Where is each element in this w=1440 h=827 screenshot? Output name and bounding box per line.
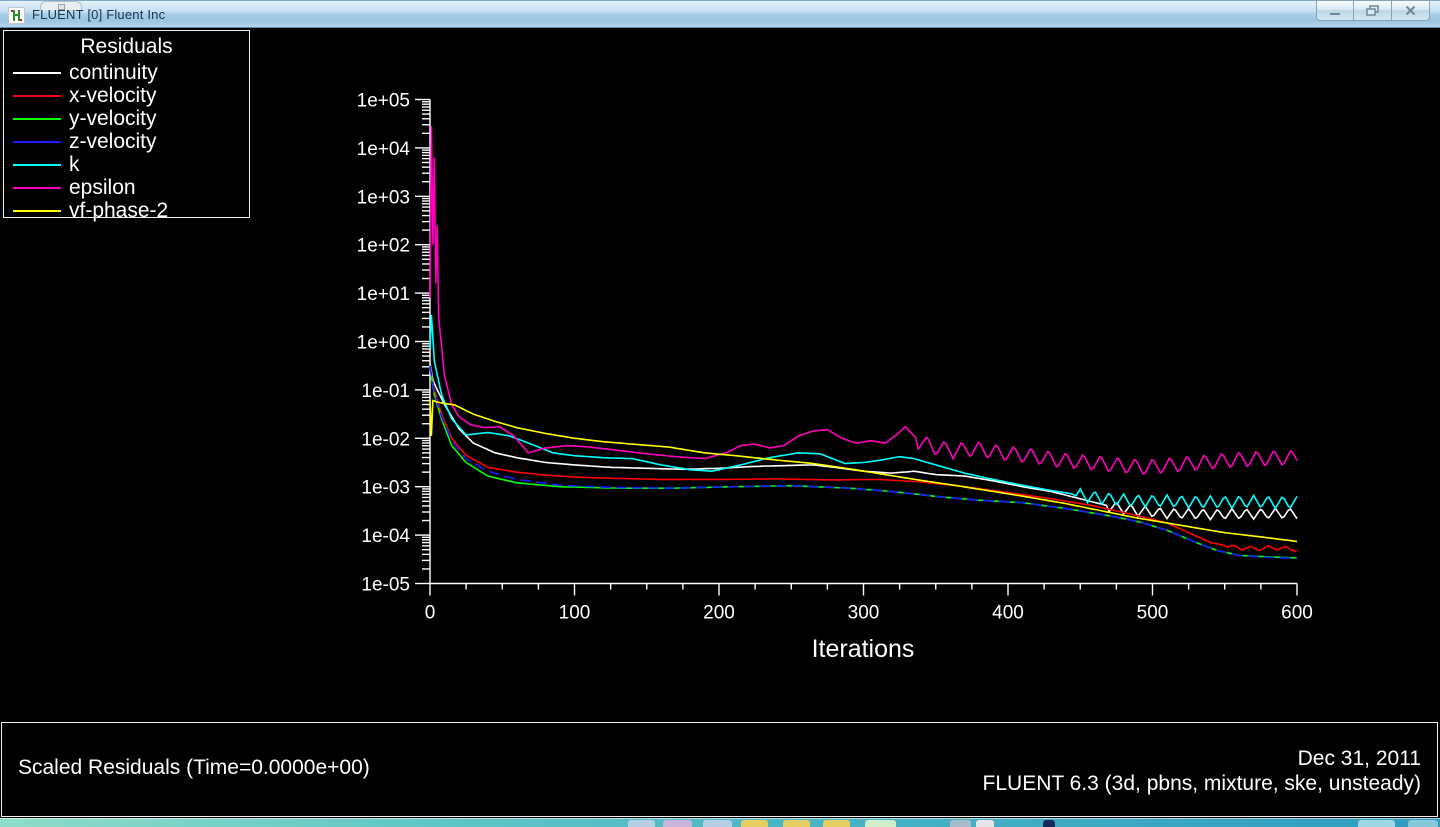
legend-item-x-velocity: x-velocity — [4, 84, 249, 107]
y-tick-label: 1e-03 — [361, 478, 410, 499]
y-tick-label: 1e-01 — [361, 381, 410, 402]
y-tick-label: 1e+05 — [357, 91, 410, 112]
legend-item-continuity: continuity — [4, 61, 249, 84]
taskbar-shortcut-arrow-2[interactable] — [783, 820, 810, 827]
window-title: FLUENT [0] Fluent Inc — [32, 7, 166, 22]
x-axis-title: Iterations — [812, 635, 915, 663]
x-tick-label: 600 — [1281, 603, 1313, 624]
fluent-window: FLUENT [0] Fluent Inc 1e+05 1e+04 1e+03 — [0, 0, 1440, 827]
taskbar-icon-9[interactable] — [1408, 820, 1438, 827]
minimize-button[interactable] — [1316, 0, 1354, 21]
legend-items: continuity x-velocity y-velocity z-velocity… — [4, 61, 249, 222]
taskbar-icon-5[interactable] — [950, 820, 971, 827]
caption-date: Dec 31, 2011 — [1297, 747, 1421, 770]
x-tick-label: 400 — [992, 603, 1024, 624]
legend-swatch-epsilon — [13, 186, 61, 189]
legend-swatch-z-velocity — [13, 140, 61, 143]
residuals-legend: Residuals continuity x-velocity y-velocity… — [3, 30, 250, 222]
taskbar[interactable] — [0, 818, 1440, 827]
minimize-icon — [1330, 12, 1340, 15]
y-tick-label: 1e+01 — [357, 284, 410, 305]
restore-button[interactable] — [1354, 0, 1392, 21]
plot-axes: 1e+05 1e+04 1e+03 1e+02 1e+01 1e+00 1e-01 1e-02… — [357, 91, 1313, 624]
taskbar-icon-4[interactable] — [865, 820, 896, 827]
plot-caption-bar: Scaled Residuals (Time=0.0000e+00) Dec 3… — [1, 722, 1438, 817]
legend-swatch-y-velocity — [13, 117, 61, 120]
x-tick-label: 300 — [848, 603, 880, 624]
legend-item-y-velocity: y-velocity — [4, 107, 249, 130]
series-epsilon — [429, 126, 1298, 476]
taskbar-icon-3[interactable] — [703, 820, 732, 827]
close-button[interactable] — [1392, 0, 1430, 21]
y-tick-label: 1e-04 — [361, 526, 410, 547]
y-tick-label: 1e+00 — [357, 333, 410, 354]
taskbar-icon-7[interactable] — [1043, 820, 1055, 827]
series-vf-phase-2 — [429, 399, 1298, 543]
taskbar-shortcut-arrow-3[interactable] — [823, 820, 850, 827]
legend-item-k: k — [4, 153, 249, 176]
window-controls — [1316, 0, 1430, 21]
legend-item-vf-phase-2: vf-phase-2 — [4, 199, 249, 222]
fluent-app-icon[interactable] — [8, 7, 25, 24]
x-tick-label: 0 — [425, 603, 436, 624]
x-tick-label: 500 — [1137, 603, 1169, 624]
legend-item-z-velocity: z-velocity — [4, 130, 249, 153]
y-tick-label: 1e-02 — [361, 429, 410, 450]
taskbar-shortcut-arrow-1[interactable] — [741, 820, 768, 827]
caption-version-block: Dec 31, 2011 FLUENT 6.3 (3d, pbns, mixtu… — [983, 746, 1421, 796]
series-x-velocity — [429, 367, 1298, 553]
y-tick-label: 1e+02 — [357, 236, 410, 257]
caption-app-version: FLUENT 6.3 (3d, pbns, mixture, ske, unst… — [982, 772, 1421, 795]
taskbar-icon-6[interactable] — [976, 820, 994, 827]
legend-label: vf-phase-2 — [69, 198, 169, 222]
legend-swatch-k — [13, 163, 61, 166]
legend-label: z-velocity — [69, 129, 157, 153]
restore-icon — [1366, 5, 1379, 16]
legend-label: epsilon — [69, 175, 136, 199]
legend-swatch-continuity — [13, 71, 61, 74]
legend-title: Residuals — [80, 35, 173, 58]
graphics-client-area: 1e+05 1e+04 1e+03 1e+02 1e+01 1e+00 1e-01 1e-02… — [0, 28, 1440, 818]
titlebar[interactable]: FLUENT [0] Fluent Inc — [0, 0, 1440, 28]
y-tick-label: 1e+03 — [357, 187, 410, 208]
legend-swatch-x-velocity — [13, 94, 61, 97]
taskbar-icon-8[interactable] — [1358, 820, 1395, 827]
y-tick-label: 1e+04 — [357, 139, 411, 160]
plot-curves — [429, 126, 1298, 560]
x-tick-label: 200 — [703, 603, 735, 624]
x-tick-label: 100 — [559, 603, 591, 624]
legend-label: k — [69, 152, 80, 176]
legend-label: continuity — [69, 60, 158, 84]
legend-label: y-velocity — [69, 106, 157, 130]
legend-item-epsilon: epsilon — [4, 176, 249, 199]
taskbar-icon-1[interactable] — [628, 820, 655, 827]
caption-title: Scaled Residuals (Time=0.0000e+00) — [18, 756, 370, 779]
y-tick-label: 1e-05 — [361, 575, 410, 596]
taskbar-icon-2[interactable] — [663, 820, 692, 827]
legend-swatch-vf-phase-2 — [13, 209, 61, 212]
legend-label: x-velocity — [69, 83, 157, 107]
close-icon — [1405, 5, 1416, 16]
